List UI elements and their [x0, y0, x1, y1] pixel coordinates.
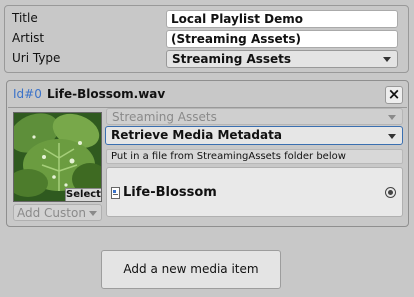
add-custom-label: Add Custon: [17, 206, 86, 220]
object-picker-icon[interactable]: [385, 187, 396, 198]
streaming-assets-hint: Put in a file from StreamingAssets folde…: [106, 149, 403, 164]
audio-file-icon: [111, 187, 120, 199]
title-label: Title: [12, 11, 38, 25]
uri-type-value: Streaming Assets: [172, 52, 292, 66]
add-custom-dropdown[interactable]: Add Custon: [13, 204, 102, 221]
uri-type-label: Uri Type: [12, 51, 61, 65]
title-field[interactable]: Local Playlist Demo: [166, 10, 398, 28]
metadata-action-value: Retrieve Media Metadata: [111, 128, 282, 142]
source-type-value: Streaming Assets: [112, 110, 217, 124]
add-media-item-button[interactable]: Add a new media item: [101, 250, 281, 289]
item-id-label: Id#0: [13, 87, 42, 101]
source-type-dropdown[interactable]: Streaming Assets: [106, 108, 403, 125]
close-icon: ×: [387, 85, 401, 103]
artwork-select-button[interactable]: Select: [65, 188, 101, 201]
chevron-down-icon: [388, 115, 396, 120]
remove-item-button[interactable]: ×: [385, 86, 403, 104]
chevron-down-icon: [89, 211, 97, 216]
artwork-thumbnail[interactable]: Select: [13, 112, 102, 202]
chevron-down-icon: [383, 57, 391, 62]
uri-type-dropdown[interactable]: Streaming Assets: [166, 50, 398, 68]
chevron-down-icon: [388, 134, 396, 139]
asset-object-field[interactable]: Life-Blossom: [106, 167, 403, 217]
artist-label: Artist: [12, 31, 45, 45]
item-file-name: Life-Blossom.wav: [47, 87, 166, 101]
asset-name: Life-Blossom: [123, 185, 217, 200]
metadata-action-dropdown[interactable]: Retrieve Media Metadata: [105, 126, 403, 145]
artist-field[interactable]: (Streaming Assets): [166, 30, 398, 48]
